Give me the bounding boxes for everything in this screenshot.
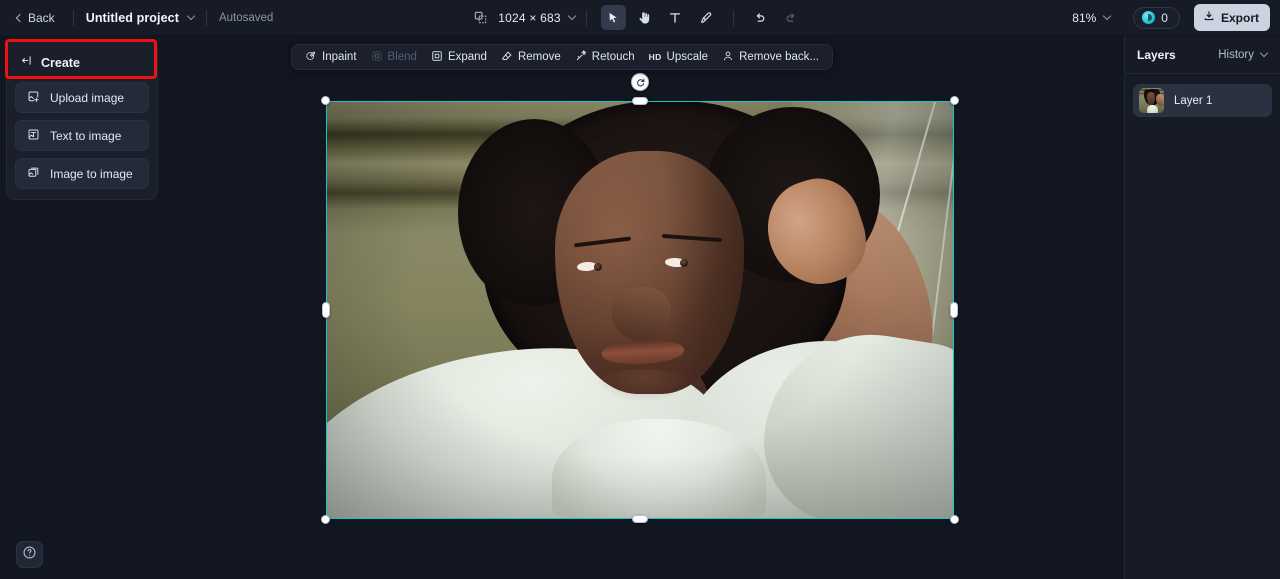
app-root: Back Untitled project Autosaved 1024 × 6… [0,0,1280,579]
blend-button[interactable]: Blend [364,46,424,69]
expand-icon [431,50,443,65]
expand-button[interactable]: Expand [424,46,494,69]
canvas-size-value[interactable]: 1024 × 683 [498,11,560,25]
credits-badge[interactable]: 0 [1133,6,1180,29]
help-circle-icon [22,545,37,565]
image-to-image-icon [27,166,40,182]
inpaint-button[interactable]: Inpaint [298,46,364,69]
top-bar-left: Back Untitled project Autosaved [0,0,273,36]
canvas-size-dropdown-button[interactable] [567,11,576,22]
chevron-down-icon [1259,48,1269,58]
back-label: Back [28,10,55,25]
selected-image-layer[interactable] [321,73,959,524]
credits-count: 0 [1161,10,1168,25]
resize-handle-right[interactable] [950,302,958,318]
edit-toolbar: Inpaint Blend Expand Remove Retouch HD U… [291,44,833,70]
create-panel-header: Create [15,50,149,82]
blend-icon [371,50,383,65]
layers-panel: Layers History Layer 1 [1124,36,1280,579]
remove-background-button[interactable]: Remove back... [715,46,826,69]
divider [72,9,74,26]
resize-handle-left[interactable] [322,302,330,318]
redo-button[interactable] [779,5,804,30]
create-panel-title: Create [41,56,80,70]
text-to-image-label: Text to image [50,128,122,143]
pan-tool[interactable] [632,5,657,30]
project-menu-button[interactable] [186,11,196,22]
resize-handle-bottom[interactable] [632,515,648,523]
tab-history[interactable]: History [1218,48,1269,61]
text-to-image-icon [27,128,40,144]
chevron-down-icon [1103,11,1112,21]
top-bar-right: 81% 0 Export [1067,0,1270,36]
upload-image-button[interactable]: Upload image [15,82,149,113]
canvas-area[interactable]: Inpaint Blend Expand Remove Retouch HD U… [0,36,1124,579]
divider [732,9,734,26]
retouch-label: Retouch [591,51,635,63]
brush-tool[interactable] [694,5,719,30]
canvas-size-icon [473,10,488,25]
resize-handle-top-left[interactable] [321,96,330,105]
retouch-button[interactable]: Retouch [568,46,642,69]
tab-layers[interactable]: Layers [1137,48,1176,62]
text-to-image-button[interactable]: Text to image [15,120,149,151]
undo-button[interactable] [748,5,773,30]
back-button[interactable]: Back [11,7,61,29]
image-to-image-button[interactable]: Image to image [15,158,149,189]
chevron-down-icon [567,11,576,21]
history-label: History [1218,48,1254,61]
inpaint-label: Inpaint [322,51,357,63]
zoom-control[interactable]: 81% [1067,8,1115,28]
hd-icon: HD [648,52,662,62]
blend-label: Blend [387,51,417,63]
chevron-left-icon [15,13,25,22]
upscale-label: Upscale [666,51,709,63]
retouch-icon [575,49,587,65]
resize-handle-bottom-right[interactable] [950,515,959,524]
inpaint-icon [305,50,317,65]
project-name[interactable]: Untitled project [86,11,179,25]
divider [205,9,207,26]
top-bar: Back Untitled project Autosaved 1024 × 6… [0,0,1280,36]
top-bar-center: 1024 × 683 [430,0,850,36]
autosaved-status: Autosaved [218,11,274,24]
select-tool[interactable] [600,5,626,30]
vignette [326,101,954,519]
export-button[interactable]: Export [1193,4,1270,31]
portrait-photo[interactable] [326,101,954,519]
chevron-down-icon [186,11,196,21]
layer-name: Layer 1 [1174,94,1213,107]
download-icon [1203,10,1215,25]
create-panel: Create Upload image Text to image Image … [6,41,158,200]
expand-label: Expand [447,51,487,63]
collapse-panel-icon[interactable] [20,54,33,72]
layer-row[interactable]: Layer 1 [1133,84,1272,117]
rotate-handle[interactable] [631,73,649,91]
help-button[interactable] [16,541,43,568]
image-plus-icon [27,90,40,106]
remove-label: Remove [517,51,561,63]
portrait-artwork [326,101,954,519]
remove-background-label: Remove back... [739,51,819,63]
remove-background-icon [722,50,734,65]
upscale-button[interactable]: HD Upscale [642,47,715,67]
resize-handle-top-right[interactable] [950,96,959,105]
zoom-level: 81% [1072,10,1097,25]
text-tool[interactable] [663,5,688,30]
credit-coin-icon [1142,11,1156,24]
export-label: Export [1220,10,1259,25]
layer-thumbnail [1139,88,1164,113]
resize-handle-top[interactable] [632,97,648,105]
resize-handle-bottom-left[interactable] [321,515,330,524]
layers-panel-header: Layers History [1125,36,1280,74]
upload-image-label: Upload image [50,90,125,105]
image-to-image-label: Image to image [50,166,133,181]
eraser-icon [501,50,513,65]
remove-button[interactable]: Remove [494,46,568,69]
divider [585,9,587,26]
